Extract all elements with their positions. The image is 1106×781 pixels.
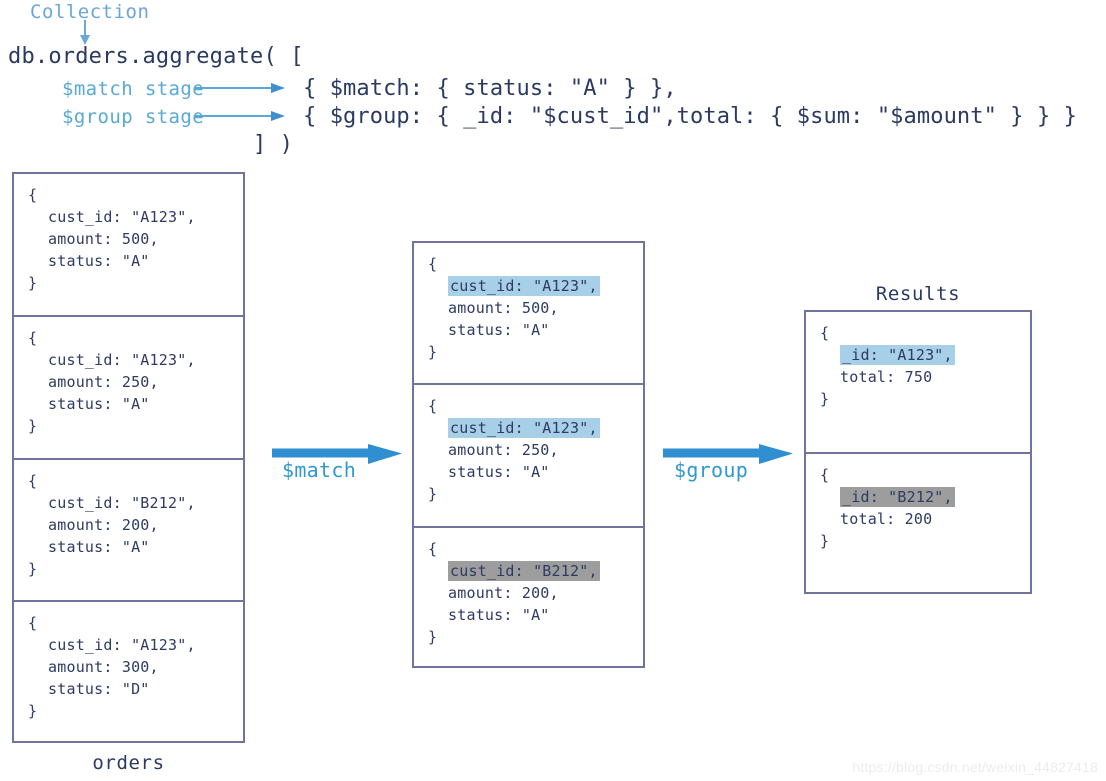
document-cell: { cust_id: "A123", amount: 500, status: "A"… [14,174,243,317]
document-field: cust_id: "A123", [428,417,643,439]
document-field: status: "A" [48,537,150,556]
results-box: { _id: "A123", total: 750} { _id: "B212", tot… [804,310,1032,594]
document-cell: { cust_id: "A123", amount: 300, status: "D"… [14,602,243,745]
document-field: amount: 200, [48,515,159,534]
matched-documents-box: { cust_id: "A123", amount: 500, status: "A"… [412,241,645,668]
highlighted-field: cust_id: "A123", [448,418,600,439]
group-pipeline-label: $group [674,458,749,482]
results-caption: Results [875,283,961,305]
document-close-brace: } [428,627,438,646]
document-field: amount: 300, [48,658,159,677]
document-field: amount: 250, [48,372,159,391]
document-field: amount: 250, [448,441,559,460]
document-field: status: "A" [448,463,550,482]
collection-down-arrow-icon [80,20,90,45]
document-cell: { _id: "A123", total: 750} [806,312,1030,454]
document-field: status: "A" [48,252,150,270]
document-close-brace: } [428,485,438,504]
document-field: _id: "B212", [820,486,1030,508]
document-close-brace: } [820,390,830,408]
aggregate-closing-line: ] ) [253,132,294,157]
document-field: cust_id: "A123", [48,208,196,226]
document-field: amount: 200, [448,583,559,602]
highlighted-field: _id: "B212", [840,487,955,507]
orders-caption: orders [92,752,165,774]
document-field: amount: 500, [48,230,159,248]
document-cell: { _id: "B212", total: 200} [806,454,1030,596]
document-open-brace: { [28,328,38,347]
match-stage-annotation: $match stage [62,78,205,100]
document-close-brace: } [28,702,38,721]
document-cell: { cust_id: "B212", amount: 200, status: "A"… [414,528,643,670]
document-open-brace: { [28,471,38,490]
document-close-brace: } [28,559,38,578]
document-field: amount: 500, [448,299,559,317]
highlighted-field: cust_id: "A123", [448,276,600,296]
document-cell: { cust_id: "A123", amount: 250, status: "A"… [414,385,643,528]
document-open-brace: { [820,466,830,484]
document-open-brace: { [428,539,438,558]
document-field: status: "A" [448,605,550,624]
document-open-brace: { [428,255,438,273]
group-stage-annotation: $group stage [62,106,205,128]
document-field: status: "A" [48,394,150,413]
document-field: cust_id: "A123", [48,350,196,369]
document-close-brace: } [28,416,38,435]
document-field: status: "D" [48,680,150,699]
match-pipeline-label: $match [282,458,357,482]
document-field: _id: "A123", [820,344,1030,366]
document-close-brace: } [820,532,830,550]
group-stage-code: { $group: { _id: "$cust_id",total: { $su… [303,104,1078,129]
match-stage-arrow-icon [195,83,285,93]
aggregate-call-line: db.orders.aggregate( [ [8,44,304,69]
document-close-brace: } [428,343,438,361]
document-field: total: 200 [840,510,933,528]
document-cell: { cust_id: "A123", amount: 500, status: "A"… [414,243,643,386]
document-field: status: "A" [448,321,550,339]
document-field: cust_id: "A123", [48,636,196,655]
document-close-brace: } [28,274,38,292]
highlighted-field: _id: "A123", [840,345,955,365]
match-stage-code: { $match: { status: "A" } }, [303,76,677,101]
document-open-brace: { [820,324,830,342]
document-field: cust_id: "B212", [428,560,643,582]
orders-collection-box: { cust_id: "A123", amount: 500, status: "A"… [12,172,245,743]
watermark: https://blog.csdn.net/weixin_44827418 [852,759,1098,775]
document-cell: { cust_id: "A123", amount: 250, status: "A"… [14,317,243,460]
highlighted-field: cust_id: "B212", [448,560,600,581]
document-cell: { cust_id: "B212", amount: 200, status: "A"… [14,460,243,603]
document-open-brace: { [28,614,38,633]
document-field: cust_id: "B212", [48,493,196,512]
document-field: total: 750 [840,368,933,386]
document-open-brace: { [28,186,38,204]
group-stage-arrow-icon [195,111,285,121]
document-field: cust_id: "A123", [428,275,643,297]
document-open-brace: { [428,397,438,416]
